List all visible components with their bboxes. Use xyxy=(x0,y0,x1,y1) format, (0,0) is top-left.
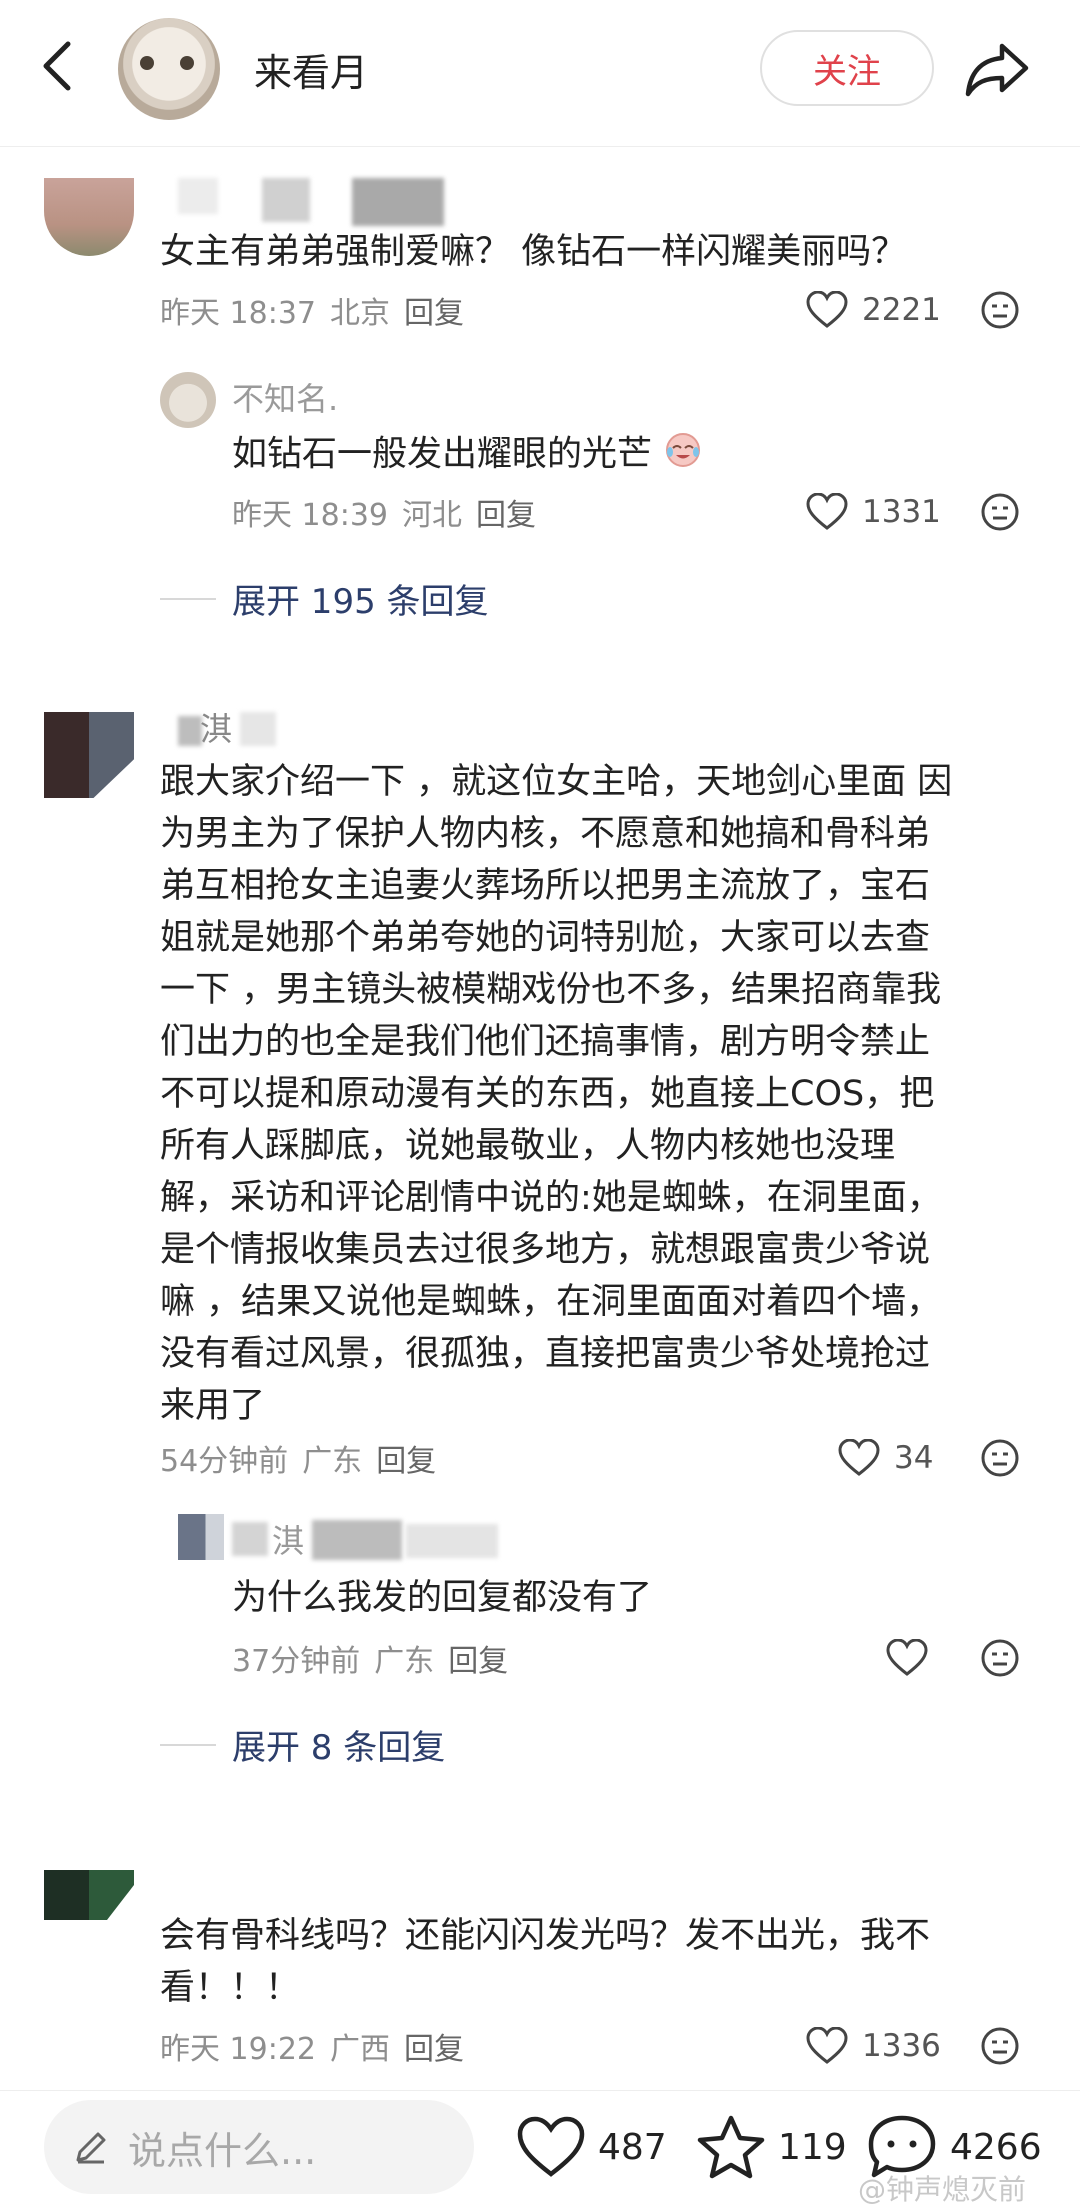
input-placeholder: 说点什么... xyxy=(128,2128,317,2173)
like-count: 34 xyxy=(894,1440,934,1476)
crying-laughing-emoji-icon xyxy=(663,428,703,483)
reply-meta: 昨天 18:39 河北 回复 xyxy=(232,490,550,534)
expand-replies-button[interactable]: 展开 8 条回复 xyxy=(160,1720,445,1769)
text-line: 姐就是她那个弟弟夸她的词特别尬，大家可以去查 xyxy=(160,918,931,958)
author-name[interactable]: 来看月 xyxy=(254,42,368,97)
reply-username[interactable]: 不知名. xyxy=(232,374,338,420)
text-line: 们出力的也全是我们他们还搞事情，剧方明令禁止 xyxy=(160,1022,931,1062)
emoji-reaction-icon[interactable] xyxy=(980,2026,1020,2066)
like-button[interactable]: 1331 xyxy=(806,487,941,537)
emoji-reaction-icon[interactable] xyxy=(980,492,1020,532)
avatar[interactable] xyxy=(160,372,216,428)
heart-icon xyxy=(886,1639,928,1676)
like-button[interactable]: 34 xyxy=(838,1433,933,1483)
blurred-username xyxy=(178,716,202,746)
blurred-username xyxy=(352,178,444,226)
pencil-icon xyxy=(76,2132,106,2164)
blurred-username xyxy=(240,712,276,746)
like-count: 487 xyxy=(598,2126,667,2168)
top-bar: 来看月 关注 xyxy=(0,0,1080,147)
like-count: 1331 xyxy=(862,494,941,530)
comment-input[interactable]: 说点什么... xyxy=(44,2100,474,2194)
reply-button[interactable]: 回复 xyxy=(376,1444,436,1479)
comment-location: 北京 xyxy=(330,296,390,331)
comment-time: 54分钟前 xyxy=(160,1444,289,1479)
comment-time: 昨天 18:37 xyxy=(160,296,316,331)
avatar[interactable] xyxy=(44,178,134,256)
star-count: 119 xyxy=(778,2126,847,2168)
reply-text: 为什么我发的回复都没有了 xyxy=(232,1578,653,1618)
favorite-button[interactable]: 119 xyxy=(696,2108,847,2186)
comment-username[interactable]: 淇 xyxy=(200,704,232,750)
heart-icon xyxy=(806,291,848,328)
star-icon xyxy=(697,2115,765,2179)
like-button[interactable]: 2221 xyxy=(806,285,941,335)
reply-text-content: 如钻石一般发出耀眼的光芒 xyxy=(232,434,653,475)
chevron-left-icon[interactable] xyxy=(34,36,82,96)
text-line: 为男主为了保护人物内核，不愿意和她搞和骨科弟 xyxy=(160,814,931,854)
comment-meta: 54分钟前 广东 回复 xyxy=(160,1436,450,1480)
like-button[interactable] xyxy=(886,1633,942,1683)
blurred-username xyxy=(178,178,218,214)
text-line: 跟大家介绍一下 ，就这位女主哈，天地剑心里面 因 xyxy=(160,762,953,802)
author-avatar[interactable] xyxy=(118,18,220,120)
heart-icon xyxy=(806,2027,848,2064)
reply-text: 如钻石一般发出耀眼的光芒 xyxy=(232,428,703,483)
comment-text: 会有骨科线吗？还能闪闪发光吗？发不出光，我不 看！！！ xyxy=(160,1910,930,2014)
text-line: 是个情报收集员去过很多地方，就想跟富贵少爷说 xyxy=(160,1230,931,1270)
emoji-reaction-icon[interactable] xyxy=(980,290,1020,330)
share-icon[interactable] xyxy=(962,38,1032,100)
comment-text: 女主有弟弟强制爱嘛？ 像钻石一样闪耀美丽吗？ xyxy=(160,232,907,272)
comment-location: 广西 xyxy=(330,2032,390,2067)
avatar[interactable] xyxy=(178,1514,224,1560)
avatar[interactable] xyxy=(44,1870,134,1920)
follow-button[interactable]: 关注 xyxy=(760,30,934,106)
comment-meta: 昨天 18:37 北京 回复 xyxy=(160,288,478,332)
reply-button[interactable]: 回复 xyxy=(448,1644,508,1679)
text-line: 看！！！ xyxy=(160,1968,301,2008)
like-count: 2221 xyxy=(862,292,941,328)
text-line: 一下 ，男主镜头被模糊戏份也不多，结果招商靠我 xyxy=(160,970,942,1010)
text-line: 不可以提和原动漫有关的东西，她直接上COS，把 xyxy=(160,1074,935,1114)
reply-time: 37分钟前 xyxy=(232,1644,361,1679)
comment-location: 广东 xyxy=(302,1444,363,1479)
heart-icon xyxy=(806,493,848,530)
comment-time: 昨天 19:22 xyxy=(160,2032,316,2067)
reply-time: 昨天 18:39 xyxy=(232,498,388,533)
reply-location: 河北 xyxy=(402,498,462,533)
comment-text: 跟大家介绍一下 ，就这位女主哈，天地剑心里面 因 为男主为了保护人物内核，不愿意… xyxy=(160,756,952,1432)
like-button[interactable]: 1336 xyxy=(806,2021,941,2071)
reply-button[interactable]: 回复 xyxy=(404,2032,464,2067)
reply-meta: 37分钟前 广东 回复 xyxy=(232,1636,522,1680)
reply-location: 广东 xyxy=(374,1644,435,1679)
like-count: 1336 xyxy=(862,2028,941,2064)
text-line: 嘛 ，结果又说他是蜘蛛，在洞里面面对着四个墙， xyxy=(160,1282,942,1322)
emoji-reaction-icon[interactable] xyxy=(980,1638,1020,1678)
text-line: 没有看过风景，很孤独，直接把富贵少爷处境抢过 xyxy=(160,1334,931,1374)
like-post-button[interactable]: 487 xyxy=(516,2108,667,2186)
text-line: 来用了 xyxy=(160,1386,266,1426)
comment-meta: 昨天 19:22 广西 回复 xyxy=(160,2024,478,2068)
text-line: 弟互相抢女主追妻火葬场所以把男主流放了，宝石 xyxy=(160,866,931,906)
text-line: 所有人踩脚底，说她最敬业，人物内核她也没理 xyxy=(160,1126,896,1166)
expand-replies-button[interactable]: 展开 195 条回复 xyxy=(160,574,489,623)
avatar[interactable] xyxy=(44,712,134,798)
reply-button[interactable]: 回复 xyxy=(404,296,464,331)
blurred-username xyxy=(312,1520,402,1560)
text-line: 解，采访和评论剧情中说的:她是蜘蛛，在洞里面， xyxy=(160,1178,942,1218)
watermark: @钟声熄灭前 xyxy=(858,2173,1027,2206)
heart-icon xyxy=(517,2116,585,2177)
comment-count: 4266 xyxy=(950,2126,1042,2168)
emoji-reaction-icon[interactable] xyxy=(980,1438,1020,1478)
heart-icon xyxy=(838,1439,880,1476)
reply-button[interactable]: 回复 xyxy=(476,498,536,533)
blurred-username xyxy=(262,178,310,222)
reply-username[interactable]: 淇 xyxy=(272,1516,304,1562)
blurred-username xyxy=(406,1524,498,1558)
text-line: 会有骨科线吗？还能闪闪发光吗？发不出光，我不 xyxy=(160,1916,931,1956)
blurred-username xyxy=(232,1522,268,1556)
